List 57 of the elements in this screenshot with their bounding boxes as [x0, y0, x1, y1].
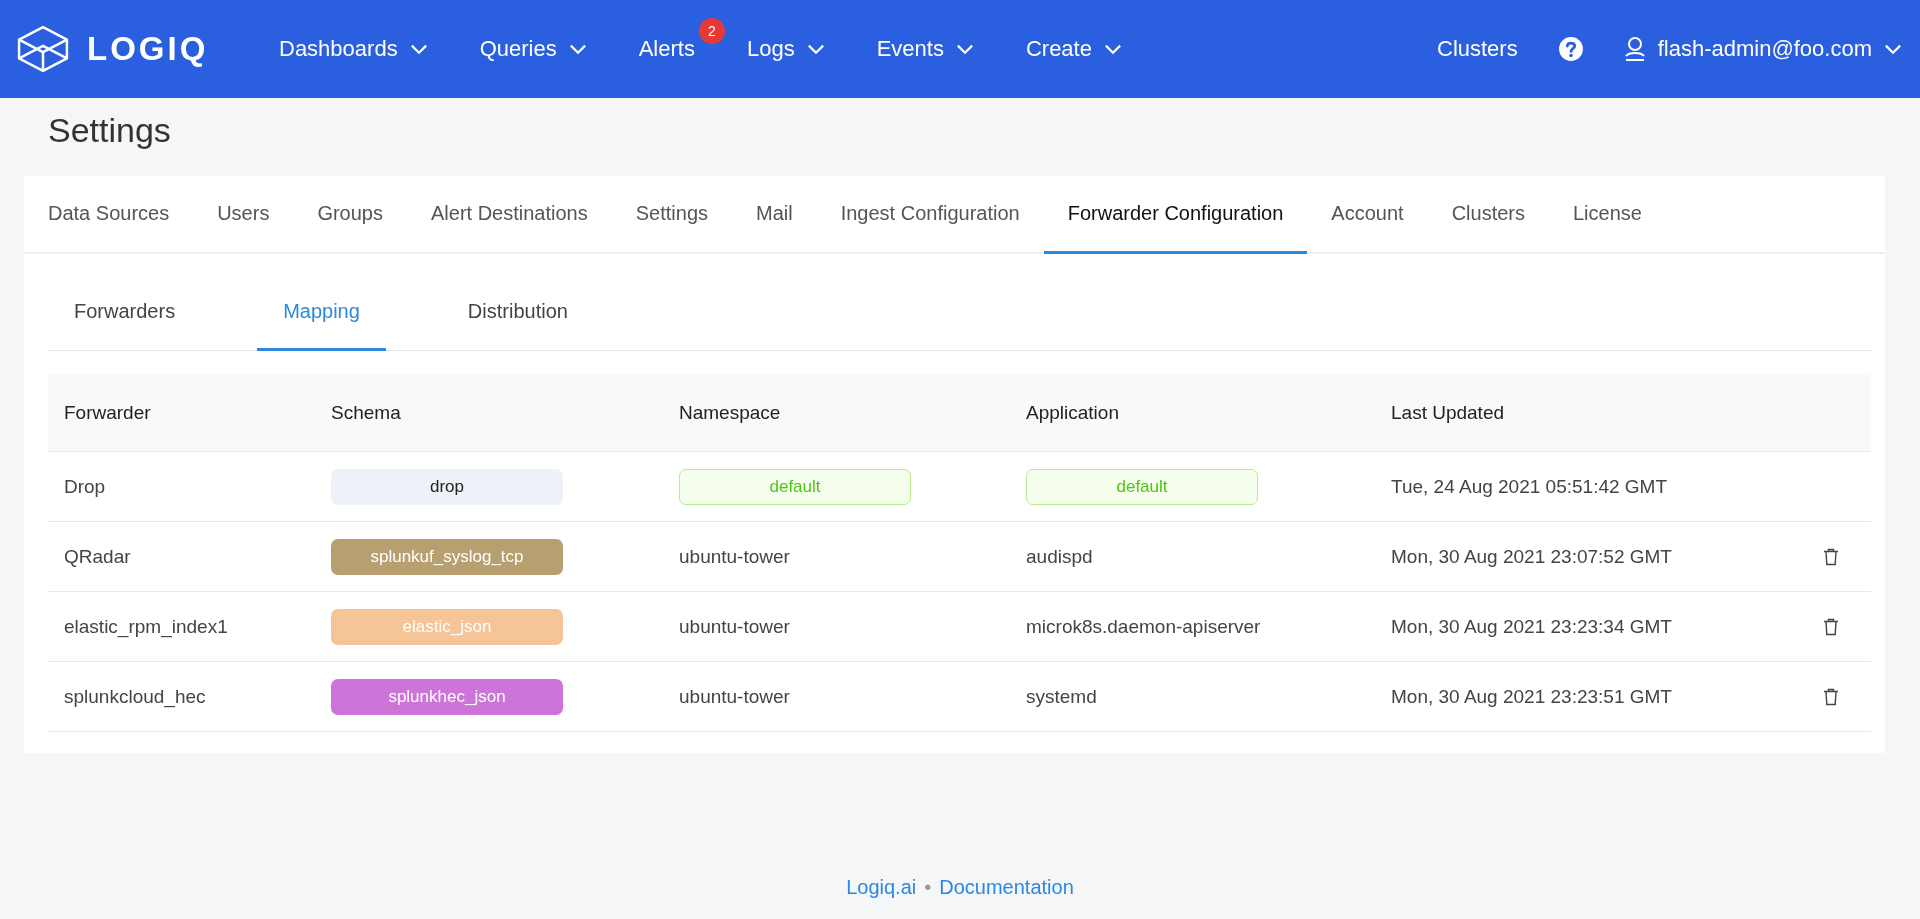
nav-menu-item[interactable]: Create — [1025, 36, 1122, 62]
table-cell: ubuntu-tower — [679, 685, 790, 707]
subtab[interactable]: Mapping — [257, 274, 386, 351]
table-cell-text: Tue, 24 Aug 2021 05:51:42 GMT — [1391, 475, 1669, 498]
settings-tab[interactable]: License — [1549, 176, 1666, 254]
column-header: Schema — [331, 402, 402, 424]
schema-tag: splunkuf_syslog_tcp — [331, 538, 563, 575]
settings-tab[interactable]: Groups — [293, 176, 407, 254]
schema-tag: drop — [331, 468, 563, 505]
column-header: Application — [1026, 402, 1120, 424]
column-header: Last Updated — [1391, 402, 1506, 424]
schema-tag: splunkhec_json — [331, 678, 563, 715]
column-header: Forwarder — [64, 402, 152, 424]
settings-tab[interactable]: Users — [193, 176, 294, 254]
table-cell-text: QRadar — [64, 545, 132, 568]
settings-tab[interactable]: Data Sources — [24, 176, 194, 254]
clusters-link[interactable]: Clusters — [1437, 36, 1518, 62]
settings-tab[interactable]: Settings — [611, 176, 732, 254]
subtab[interactable]: Forwarders — [48, 274, 202, 351]
default-tag: default — [1026, 468, 1258, 505]
trash-icon[interactable] — [1823, 547, 1839, 566]
separator-dot: • — [924, 876, 932, 899]
subtab[interactable]: Distribution — [441, 274, 594, 351]
user-icon — [1623, 36, 1646, 62]
trash-icon[interactable] — [1823, 687, 1839, 706]
table-cell-text: elastic_rpm_index1 — [64, 615, 229, 638]
table-cell: systemd — [1026, 685, 1097, 707]
chevron-down-icon — [1884, 43, 1902, 55]
default-tag: default — [679, 468, 911, 505]
help-icon[interactable] — [1557, 36, 1584, 62]
nav-menu-item[interactable]: Dashboards — [279, 36, 428, 62]
table-cell-text: splunkcloud_hec — [64, 685, 207, 708]
table-cell: microk8s.daemon-apiserver — [1026, 615, 1261, 637]
user-menu[interactable]: flash-admin@foo.com — [1623, 36, 1902, 62]
page-title: Settings — [48, 110, 172, 150]
table-cell: audispd — [1026, 545, 1093, 567]
table-cell: ubuntu-tower — [679, 615, 790, 637]
settings-tab[interactable]: Forwarder Configuration — [1043, 176, 1308, 254]
table-cell-text: Mon, 30 Aug 2021 23:23:51 GMT — [1391, 685, 1673, 708]
settings-tab[interactable]: Clusters — [1427, 176, 1549, 254]
cube-logo-icon — [17, 25, 69, 73]
nav-menu-item[interactable]: Queries — [479, 36, 587, 62]
column-header: Namespace — [679, 402, 782, 424]
nav-menu-item[interactable]: Events — [876, 36, 974, 62]
settings-tab[interactable]: Mail — [732, 176, 817, 254]
table-cell: ubuntu-tower — [679, 545, 790, 567]
table-cell-text: Drop — [64, 475, 107, 498]
settings-tab[interactable]: Account — [1307, 176, 1428, 254]
notification-badge: 2 — [698, 18, 725, 44]
table-cell-text: Mon, 30 Aug 2021 23:23:34 GMT — [1391, 615, 1673, 638]
table-cell-text: Mon, 30 Aug 2021 23:07:52 GMT — [1391, 545, 1673, 568]
nav-menu-item[interactable]: Logs — [746, 36, 825, 62]
trash-icon[interactable] — [1823, 617, 1839, 636]
settings-tab[interactable]: Ingest Configuration — [816, 176, 1044, 254]
settings-tab[interactable]: Alert Destinations — [407, 176, 612, 254]
schema-tag: elastic_json — [331, 608, 563, 645]
logo-text[interactable]: LOGIQ — [87, 30, 209, 68]
